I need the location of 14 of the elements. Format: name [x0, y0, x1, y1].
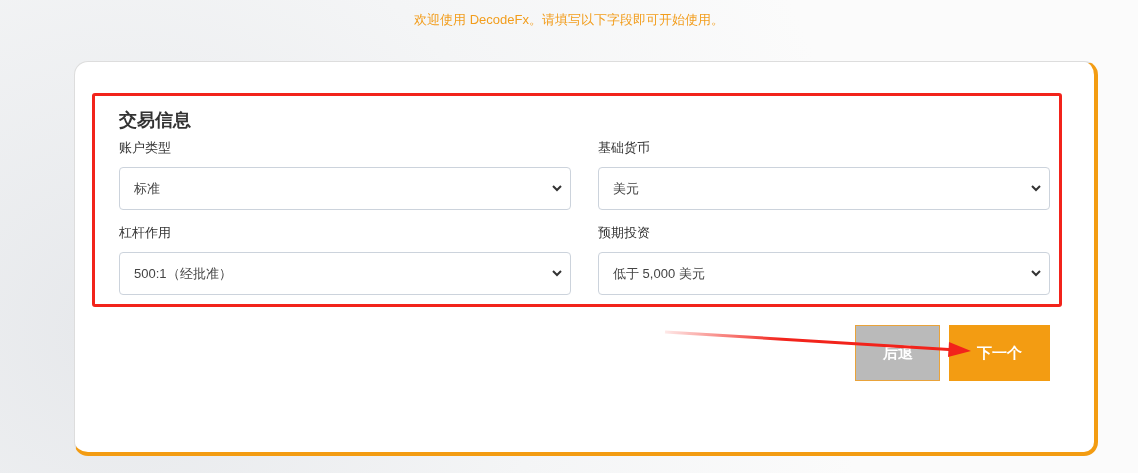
- dropdown[interactable]: 低于 5,000 美元: [598, 252, 1050, 295]
- dropdown[interactable]: 美元: [598, 167, 1050, 210]
- dropdown[interactable]: 标准: [119, 167, 571, 210]
- section-title: 交易信息: [119, 109, 192, 132]
- field-label: 预期投资: [598, 224, 651, 242]
- dropdown[interactable]: 500:1（经批准）: [119, 252, 571, 295]
- welcome-text: 欢迎使用 DecodeFx。请填写以下字段即可开始使用。: [413, 11, 725, 29]
- field-label: 账户类型: [119, 139, 172, 157]
- chevron-icon: [552, 185, 562, 192]
- chevron-icon: [1031, 185, 1041, 192]
- chevron-icon: [552, 270, 562, 277]
- chevron-icon: [1031, 270, 1041, 277]
- field-label: 基础货币: [598, 139, 651, 157]
- field-label: 杠杆作用: [119, 224, 172, 242]
